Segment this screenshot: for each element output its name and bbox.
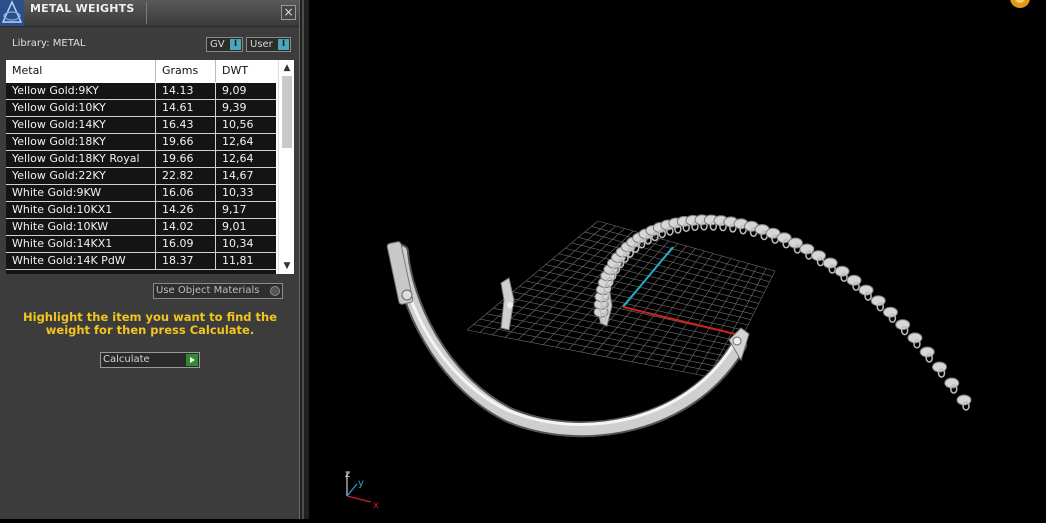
metal-cell: White Gold:14KX1 (12, 237, 113, 250)
metal-cell: Yellow Gold:14KY (12, 118, 106, 131)
clasp-piece-left (500, 277, 515, 331)
table-row[interactable]: White Gold:10KX1 14.26 9,17 (6, 202, 276, 219)
gizmo-x-label: x (373, 500, 379, 511)
dwt-cell: 12,64 (215, 151, 276, 167)
scroll-down-icon[interactable]: ▼ (281, 260, 293, 272)
dwt-cell: 14,67 (215, 168, 276, 184)
metal-cell: Yellow Gold:18KY Royal (12, 152, 140, 165)
table-row-partial[interactable] (6, 270, 276, 274)
table-row[interactable]: White Gold:9KW 16.06 10,33 (6, 185, 276, 202)
metal-weights-panel: METAL WEIGHTS × Library: METAL GV I User… (0, 0, 299, 519)
user-toggle-label: User (250, 39, 273, 50)
title-separator (146, 2, 147, 24)
calculate-button[interactable]: Calculate (100, 352, 200, 368)
x-axis-line (622, 306, 736, 335)
grams-cell: 19.66 (155, 134, 215, 150)
user-toggle-switch[interactable]: I (278, 39, 289, 50)
table-row[interactable]: Yellow Gold:22KY 22.82 14,67 (6, 168, 276, 185)
chain-links-model (593, 214, 972, 411)
play-arrow-icon (186, 354, 198, 366)
metal-cell: White Gold:14K PdW (12, 254, 126, 267)
table-row[interactable]: Yellow Gold:18KY Royal 19.66 12,64 (6, 151, 276, 168)
user-library-toggle[interactable]: User I (246, 37, 291, 52)
calculate-label: Calculate (103, 354, 150, 365)
metal-cell: Yellow Gold:18KY (12, 135, 106, 148)
axis-gizmo: z y x (345, 469, 379, 511)
grams-cell: 14.02 (155, 219, 215, 235)
dwt-cell: 9,39 (215, 100, 276, 116)
table-row[interactable]: Yellow Gold:18KY 19.66 12,64 (6, 134, 276, 151)
column-header-dwt[interactable]: DWT (215, 60, 276, 82)
grams-cell: 14.26 (155, 202, 215, 218)
curved-band-model (386, 241, 750, 438)
metal-table: Metal Grams DWT Yellow Gold:9KY 14.13 9,09… (6, 60, 294, 274)
column-header-metal[interactable]: Metal (6, 60, 155, 82)
dwt-cell: 9,17 (215, 202, 276, 218)
gizmo-y-label: y (358, 478, 364, 489)
metal-cell: Yellow Gold:10KY (12, 101, 106, 114)
dwt-cell: 9,01 (215, 219, 276, 235)
3d-viewport[interactable]: z y x (309, 0, 1046, 519)
table-row[interactable]: White Gold:14KX1 16.09 10,34 (6, 236, 276, 253)
table-header: Metal Grams DWT (6, 60, 276, 82)
table-body: Yellow Gold:9KY 14.13 9,09 Yellow Gold:10K… (6, 83, 276, 274)
gv-toggle-switch[interactable]: I (230, 39, 241, 50)
grams-cell: 18.37 (155, 253, 215, 269)
use-object-materials-label: Use Object Materials (156, 285, 260, 296)
use-object-materials-checkbox[interactable] (270, 286, 280, 296)
table-row[interactable]: White Gold:14K PdW 18.37 11,81 (6, 253, 276, 270)
table-row[interactable]: Yellow Gold:10KY 14.61 9,39 (6, 100, 276, 117)
grams-cell: 14.61 (155, 100, 215, 116)
dwt-cell: 11,81 (215, 253, 276, 269)
metal-cell: White Gold:9KW (12, 186, 102, 199)
grams-cell: 22.82 (155, 168, 215, 184)
instruction-text: Highlight the item you want to find the … (23, 310, 277, 337)
dwt-cell: 9,09 (215, 83, 276, 99)
metal-cell: White Gold:10KX1 (12, 203, 113, 216)
dwt-cell: 10,56 (215, 117, 276, 133)
metal-cell: Yellow Gold:9KY (12, 84, 99, 97)
close-button[interactable]: × (281, 5, 296, 20)
column-header-grams[interactable]: Grams (155, 60, 215, 82)
app-logo-icon (0, 0, 24, 26)
table-row[interactable]: White Gold:10KW 14.02 9,01 (6, 219, 276, 236)
library-label: Library: METAL (12, 38, 86, 49)
table-row[interactable]: Yellow Gold:9KY 14.13 9,09 (6, 83, 276, 100)
use-object-materials-toggle[interactable]: Use Object Materials (153, 283, 283, 299)
gv-toggle-label: GV (210, 39, 225, 50)
table-scrollbar[interactable]: ▲ ▼ (278, 60, 294, 274)
grams-cell: 16.43 (155, 117, 215, 133)
dwt-cell: 10,34 (215, 236, 276, 252)
gizmo-z-label: z (345, 469, 350, 480)
viewport-scene: z y x (345, 0, 1030, 511)
scroll-up-icon[interactable]: ▲ (281, 62, 293, 74)
dwt-cell: 12,64 (215, 134, 276, 150)
gv-library-toggle[interactable]: GV I (206, 37, 243, 52)
dwt-cell: 10,33 (215, 185, 276, 201)
grams-cell: 16.09 (155, 236, 215, 252)
metal-cell: White Gold:10KW (12, 220, 109, 233)
metal-cell: Yellow Gold:22KY (12, 169, 106, 182)
viewport-corner-icon[interactable] (1010, 0, 1030, 8)
scroll-thumb[interactable] (282, 76, 292, 148)
panel-splitter[interactable] (299, 0, 309, 519)
grams-cell: 14.13 (155, 83, 215, 99)
grams-cell: 16.06 (155, 185, 215, 201)
table-row[interactable]: Yellow Gold:14KY 16.43 10,56 (6, 117, 276, 134)
panel-title: METAL WEIGHTS (30, 2, 135, 15)
panel-titlebar: METAL WEIGHTS × (0, 0, 299, 27)
grams-cell: 19.66 (155, 151, 215, 167)
